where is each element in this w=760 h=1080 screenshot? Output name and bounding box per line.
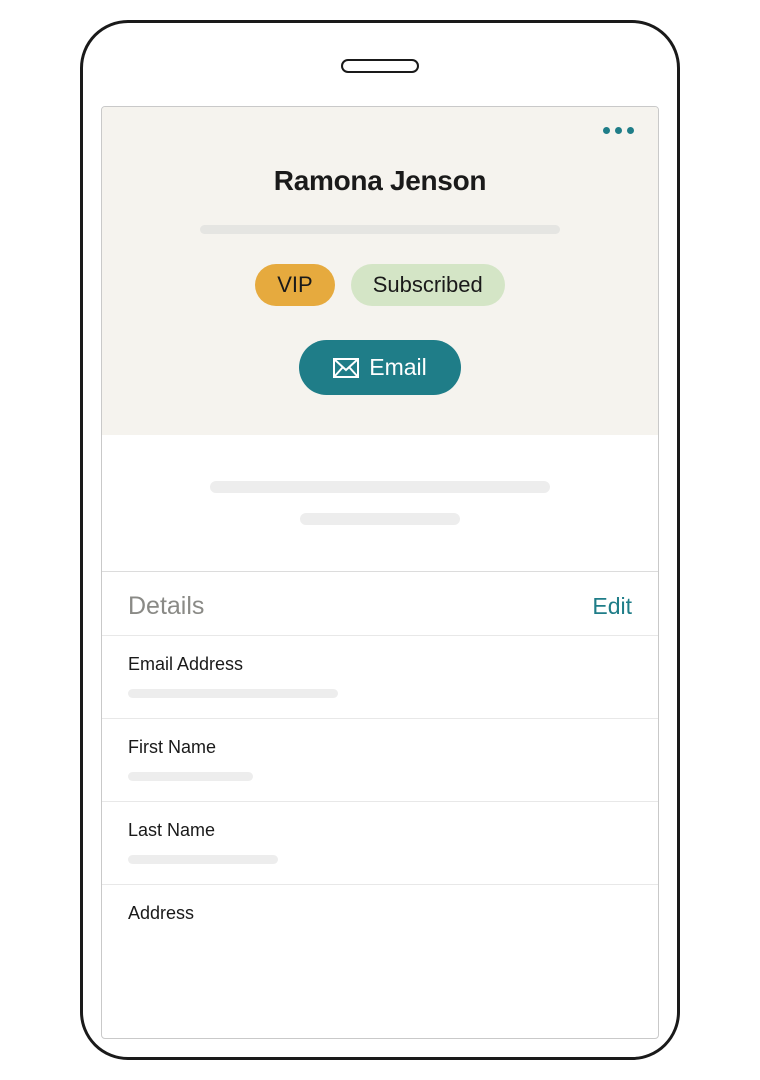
placeholder-bar bbox=[300, 513, 460, 525]
more-dot-icon bbox=[603, 127, 610, 134]
detail-label: Last Name bbox=[128, 820, 632, 841]
tag-list: VIP Subscribed bbox=[130, 264, 630, 306]
placeholder-bar bbox=[128, 855, 278, 864]
email-icon bbox=[333, 358, 359, 378]
phone-frame: Ramona Jenson VIP Subscribed Email bbox=[80, 20, 680, 1060]
contact-name: Ramona Jenson bbox=[130, 165, 630, 197]
details-section: Details Edit Email Address First Name La… bbox=[102, 571, 658, 944]
detail-row-last-name[interactable]: Last Name bbox=[102, 801, 658, 884]
more-dot-icon bbox=[615, 127, 622, 134]
detail-row-address[interactable]: Address bbox=[102, 884, 658, 944]
placeholder-bar bbox=[128, 689, 338, 698]
email-button-label: Email bbox=[369, 354, 427, 381]
tag-vip[interactable]: VIP bbox=[255, 264, 334, 306]
details-header: Details Edit bbox=[102, 572, 658, 635]
detail-label: Email Address bbox=[128, 654, 632, 675]
placeholder-bar bbox=[210, 481, 550, 493]
phone-speaker bbox=[341, 59, 419, 73]
more-dot-icon bbox=[627, 127, 634, 134]
detail-label: Address bbox=[128, 903, 632, 924]
detail-row-first-name[interactable]: First Name bbox=[102, 718, 658, 801]
edit-link[interactable]: Edit bbox=[592, 593, 632, 620]
placeholder-bar bbox=[200, 225, 560, 234]
tag-subscribed[interactable]: Subscribed bbox=[351, 264, 505, 306]
app-screen: Ramona Jenson VIP Subscribed Email bbox=[101, 106, 659, 1039]
mid-placeholder-section bbox=[102, 435, 658, 571]
detail-label: First Name bbox=[128, 737, 632, 758]
details-title: Details bbox=[128, 592, 204, 621]
contact-header: Ramona Jenson VIP Subscribed Email bbox=[102, 107, 658, 435]
detail-row-email[interactable]: Email Address bbox=[102, 635, 658, 718]
email-button[interactable]: Email bbox=[299, 340, 461, 395]
more-options-button[interactable] bbox=[603, 127, 634, 134]
placeholder-bar bbox=[128, 772, 253, 781]
